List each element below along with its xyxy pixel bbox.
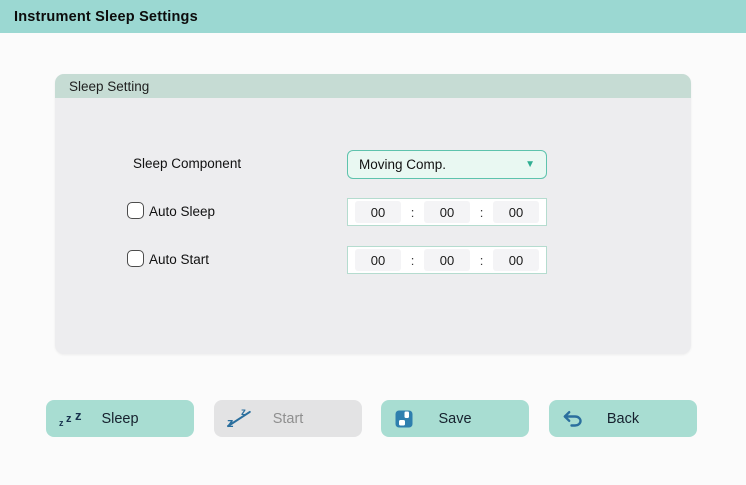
back-button[interactable]: Back [549, 400, 697, 437]
time-separator: : [411, 205, 415, 220]
chevron-down-icon: ▼ [525, 159, 535, 170]
auto-start-time-field[interactable]: 00 : 00 : 00 [347, 246, 547, 274]
title-bar: Instrument Sleep Settings [0, 0, 746, 33]
sleep-component-value: Moving Comp. [359, 157, 525, 172]
sleep-component-label: Sleep Component [133, 156, 241, 171]
time-separator: : [480, 253, 484, 268]
auto-start-seconds-input[interactable]: 00 [493, 249, 539, 271]
save-button-label: Save [438, 411, 471, 427]
auto-start-checkbox[interactable] [127, 250, 144, 267]
floppy-save-icon [394, 400, 414, 437]
time-separator: : [480, 205, 484, 220]
sleep-setting-panel-header: Sleep Setting [55, 74, 691, 98]
auto-sleep-hours-input[interactable]: 00 [355, 201, 401, 223]
sleep-button[interactable]: z z z Sleep [46, 400, 194, 437]
zzz-sleep-icon: z z z [59, 400, 85, 437]
sleep-component-dropdown[interactable]: Moving Comp. ▼ [347, 150, 547, 179]
start-button[interactable]: z z Start [214, 400, 362, 437]
auto-sleep-checkbox[interactable] [127, 202, 144, 219]
page-title: Instrument Sleep Settings [14, 9, 198, 25]
auto-start-label: Auto Start [149, 252, 209, 267]
no-sleep-wake-icon: z z [227, 400, 253, 437]
start-button-label: Start [273, 411, 304, 427]
sleep-button-label: Sleep [101, 411, 138, 427]
save-button[interactable]: Save [381, 400, 529, 437]
auto-sleep-label: Auto Sleep [149, 204, 215, 219]
time-separator: : [411, 253, 415, 268]
auto-start-hours-input[interactable]: 00 [355, 249, 401, 271]
auto-sleep-time-field[interactable]: 00 : 00 : 00 [347, 198, 547, 226]
auto-sleep-seconds-input[interactable]: 00 [493, 201, 539, 223]
panel-title: Sleep Setting [69, 79, 149, 94]
auto-start-minutes-input[interactable]: 00 [424, 249, 470, 271]
undo-back-icon [562, 400, 584, 437]
back-button-label: Back [607, 411, 639, 427]
auto-sleep-minutes-input[interactable]: 00 [424, 201, 470, 223]
